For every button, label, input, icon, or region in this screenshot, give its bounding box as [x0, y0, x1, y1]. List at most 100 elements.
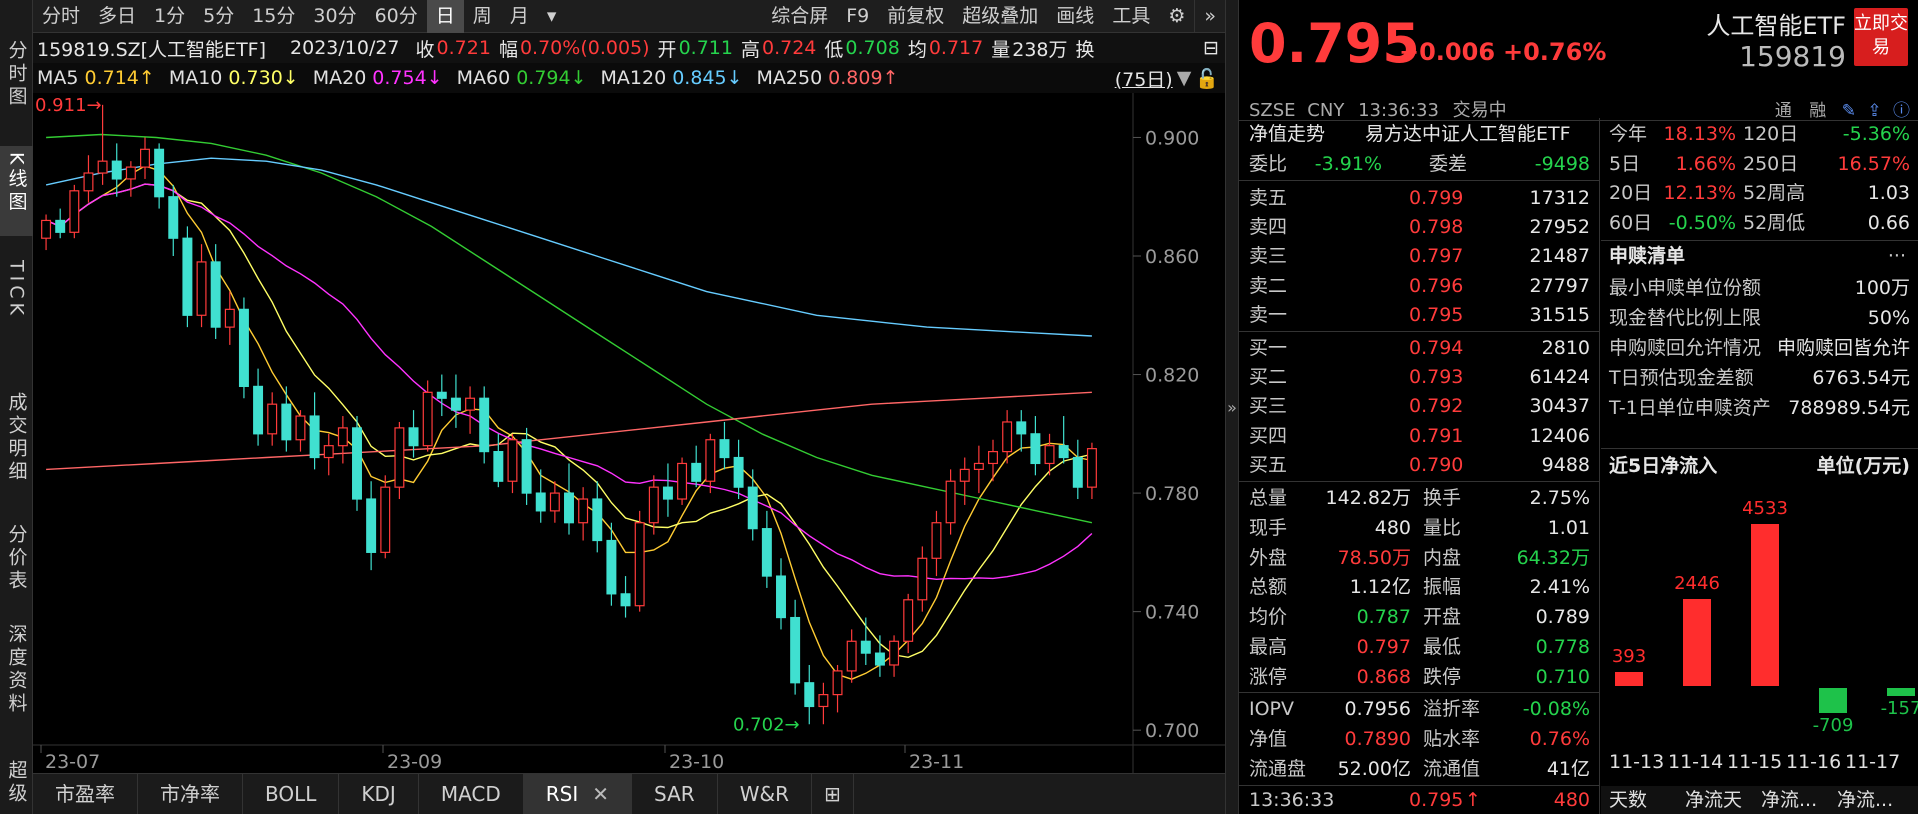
period-tab[interactable]: 1分 [145, 0, 194, 33]
indicator-tab-list: 市盈率 市净率 BOLL KDJ MACD RSI ✕ SAR W&R [33, 773, 812, 814]
divider [1239, 180, 1600, 181]
period-tab[interactable]: 5分 [194, 0, 243, 33]
stat-row: 总额 1.12亿 振幅 2.41% [1239, 573, 1600, 602]
perf-value: 0.66 [1867, 211, 1910, 234]
period-tab[interactable]: ▾ [538, 0, 566, 33]
stat-value: 2.41% [1529, 576, 1590, 599]
ask-row[interactable]: 卖一 0.795 31515 [1239, 301, 1600, 330]
ma-days[interactable]: (75日) [1115, 65, 1173, 92]
period-tab[interactable]: 分时 [33, 0, 89, 33]
candle-body [917, 557, 928, 601]
candle-body [380, 486, 391, 553]
period-tab[interactable]: 30分 [304, 0, 365, 33]
stat-label: 净值 [1249, 727, 1288, 750]
left-nav-item[interactable]: 成交明细 [0, 386, 33, 496]
bid-row[interactable]: 买二 0.793 61424 [1239, 363, 1600, 392]
left-nav-item[interactable]: K线图 [0, 146, 33, 236]
more-icon[interactable]: ··· [1888, 242, 1906, 271]
period-tab[interactable]: 15分 [243, 0, 304, 33]
candle-body [479, 397, 490, 453]
candle-body [97, 160, 108, 174]
y-tick-label: 0.900 [1145, 127, 1199, 149]
panel-splitter[interactable]: » [1225, 0, 1239, 814]
avg-label: 均 [907, 38, 927, 61]
triangle-down-icon[interactable]: ▼ [1177, 67, 1192, 89]
bid-row[interactable]: 买四 0.791 12406 [1239, 422, 1600, 451]
toolbar-item[interactable]: F9 [837, 0, 878, 33]
tab-fund-name[interactable]: 易方达中证人工智能ETF [1365, 120, 1571, 149]
stat-value: 41亿 [1546, 757, 1590, 780]
period-tab[interactable]: 多日 [89, 0, 145, 33]
left-nav-item[interactable]: TICK [0, 254, 33, 364]
candle-body [168, 196, 179, 239]
flow-date-label: 11-14 [1668, 751, 1724, 773]
flow-value-label: 4533 [1742, 498, 1788, 519]
book-price: 0.794 [1409, 337, 1464, 359]
candle-body [931, 522, 942, 559]
ask-row[interactable]: 卖四 0.798 27952 [1239, 213, 1600, 242]
expand-icon[interactable]: » [1227, 398, 1237, 417]
period-tab[interactable]: 日 [426, 0, 464, 33]
book-level-label: 卖二 [1249, 274, 1288, 297]
kline-chart[interactable]: 0.900 0.860 0.820 0.780 0.740 0.700 23-07 23-09… [33, 93, 1225, 773]
layout-icon[interactable]: ⊟ [1203, 37, 1219, 59]
ask-row[interactable]: 卖三 0.797 21487 [1239, 242, 1600, 271]
toolbar-item[interactable]: 综合屏 [762, 0, 837, 33]
perf-row: 5日 1.66% 250日 16.57% [1601, 150, 1918, 179]
indicator-tab[interactable]: MACD [419, 773, 524, 814]
toolbar-item[interactable]: 工具 [1103, 0, 1159, 33]
indicator-tab[interactable]: W&R [718, 773, 812, 814]
flow-date-label: 11-16 [1786, 751, 1842, 773]
flow-footer-col[interactable]: 净流... [1837, 786, 1893, 814]
bid-row[interactable]: 买一 0.794 2810 [1239, 334, 1600, 363]
candle-body [1044, 445, 1055, 465]
book-level-label: 买四 [1249, 424, 1288, 447]
period-tab[interactable]: 60分 [366, 0, 427, 33]
last-trade-volume: 480 [1553, 789, 1590, 811]
left-nav-item[interactable]: 分时图 [0, 34, 33, 124]
perf-label: 250日 [1743, 152, 1799, 175]
bid-row[interactable]: 买三 0.792 30437 [1239, 392, 1600, 421]
indicator-tab-label: 市净率 [160, 781, 220, 806]
candle-body [1016, 421, 1027, 435]
tab-nav-chart[interactable]: 净值走势 [1249, 120, 1325, 149]
ma-value: 0.845↓ [672, 67, 743, 89]
close-icon[interactable]: ✕ [592, 782, 609, 806]
indicator-tab[interactable]: 市净率 [138, 773, 243, 814]
toolbar-item[interactable]: 前复权 [878, 0, 953, 33]
flow-date-label: 11-17 [1845, 751, 1901, 773]
subscription-label: 最小申赎单位份额 [1609, 277, 1762, 299]
left-nav-item[interactable]: 超级 [0, 754, 33, 814]
trade-button[interactable]: 立即交易 [1854, 8, 1908, 66]
ask-row[interactable]: 卖二 0.796 27797 [1239, 272, 1600, 301]
subscription-label: 现金替代比例上限 [1609, 307, 1762, 329]
candle-body [267, 403, 278, 435]
flow-footer-col[interactable]: 天数 [1609, 786, 1647, 814]
bid-row[interactable]: 买五 0.790 9488 [1239, 451, 1600, 480]
indicator-tab-label: BOLL [265, 781, 317, 806]
add-indicator-icon[interactable]: ⊞ [812, 773, 854, 814]
candle-body [55, 219, 66, 233]
left-nav-item[interactable]: 分价表 [0, 518, 33, 598]
indicator-tab[interactable]: KDJ [339, 773, 419, 814]
flow-footer-col[interactable]: 净流... [1761, 786, 1817, 814]
last-price: 0.795 [1249, 12, 1420, 75]
indicator-tab[interactable]: RSI ✕ [523, 773, 633, 814]
left-nav-item[interactable]: 深度资料 [0, 618, 33, 738]
toolbar-item[interactable]: 超级叠加 [953, 0, 1047, 33]
book-level-label: 买五 [1249, 453, 1288, 476]
collapse-icon[interactable]: » [1194, 0, 1225, 33]
indicator-tab[interactable]: 市盈率 [33, 773, 138, 814]
indicator-tab[interactable]: SAR [632, 773, 718, 814]
subscription-row: 申购赎回允许情况 申购赎回皆允许 [1601, 334, 1918, 363]
lock-icon[interactable]: 🔓 [1195, 67, 1219, 90]
indicator-tab[interactable]: BOLL [243, 773, 340, 814]
y-tick-label: 0.860 [1145, 246, 1199, 268]
ask-row[interactable]: 卖五 0.799 17312 [1239, 184, 1600, 213]
ma-label: MA120 [600, 67, 667, 89]
period-tab[interactable]: 周 [464, 0, 501, 33]
toolbar-item[interactable]: 画线 [1047, 0, 1103, 33]
gear-icon[interactable]: ⚙ [1159, 0, 1194, 33]
flow-footer-col[interactable]: 净流天 [1685, 786, 1742, 814]
period-tab[interactable]: 月 [501, 0, 538, 33]
